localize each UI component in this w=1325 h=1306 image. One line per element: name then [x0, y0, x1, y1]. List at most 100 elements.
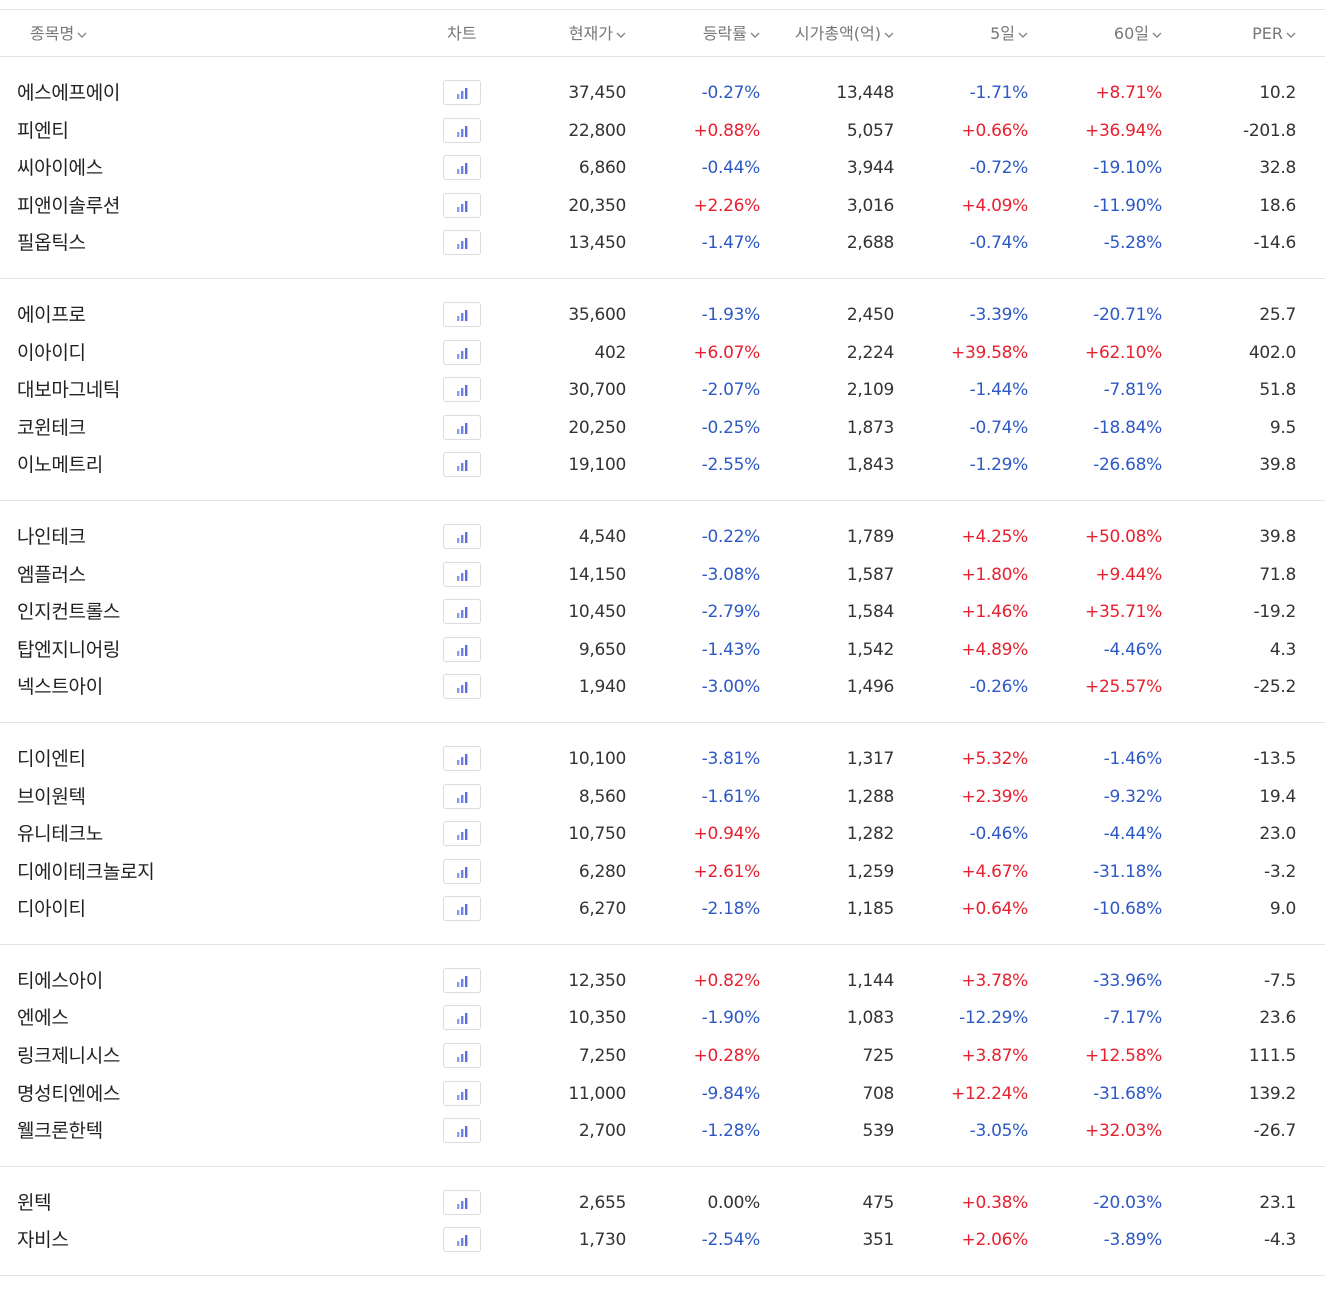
market-cap-cell: 1,083 — [846, 1008, 894, 1029]
per-cell: 23.0 — [1259, 824, 1296, 845]
5day-change-cell: -0.74% — [969, 233, 1029, 254]
stock-name-link[interactable]: 엠플러스 — [17, 556, 86, 594]
stock-name-link[interactable]: 코윈테크 — [17, 409, 86, 447]
sort-by-change[interactable]: 등락률 — [703, 10, 760, 57]
market-cap-cell: 539 — [862, 1121, 894, 1142]
stock-name-link[interactable]: 이아이디 — [17, 334, 86, 372]
chart-button[interactable] — [443, 1043, 481, 1069]
stock-name-link[interactable]: 명성티엔에스 — [17, 1075, 120, 1113]
table-row: 명성티엔에스 11,000 -9.84% 708 +12.24% -31.68% 139.2 — [0, 1075, 1325, 1113]
sort-by-name[interactable]: 종목명 — [30, 10, 87, 57]
market-cap-cell: 1,317 — [846, 748, 894, 769]
sort-by-5day[interactable]: 5일 — [990, 10, 1028, 57]
chart-button[interactable] — [443, 1227, 481, 1253]
sort-by-price[interactable]: 현재가 — [569, 10, 626, 57]
chart-button[interactable] — [443, 1118, 481, 1144]
stock-name-link[interactable]: 웰크론한텍 — [17, 1112, 103, 1150]
60day-change-cell: +35.71% — [1085, 602, 1162, 623]
chart-button[interactable] — [443, 1189, 481, 1215]
stock-name-link[interactable]: 필옵틱스 — [17, 224, 86, 262]
stock-name-link[interactable]: 넥스트아이 — [17, 668, 103, 706]
table-row: 자비스 1,730 -2.54% 351 +2.06% -3.89% -4.3 — [0, 1221, 1325, 1259]
stock-name-link[interactable]: 피앤이솔루션 — [17, 187, 120, 225]
chart-button[interactable] — [443, 1005, 481, 1031]
stock-name-link[interactable]: 디에이테크놀로지 — [17, 853, 155, 891]
chart-button[interactable] — [443, 858, 481, 884]
stock-name-link[interactable]: 티에스아이 — [17, 962, 103, 1000]
table-body: 에스에프에이 37,450 -0.27% 13,448 -1.71% +8.71% 10.2… — [0, 57, 1325, 1277]
chart-button[interactable] — [443, 80, 481, 105]
stock-group: 디이엔티 10,100 -3.81% 1,317 +5.32% -1.46% -13.5 브이… — [0, 723, 1325, 945]
chart-button[interactable] — [443, 1080, 481, 1106]
market-cap-cell: 3,016 — [846, 195, 894, 216]
bar-chart-icon — [457, 607, 468, 619]
stock-name-link[interactable]: 유니테크노 — [17, 815, 103, 853]
60day-change-cell: -18.84% — [1093, 417, 1162, 438]
table-row: 링크제니시스 7,250 +0.28% 725 +3.87% +12.58% 111.5 — [0, 1037, 1325, 1075]
stock-name-link[interactable]: 자비스 — [17, 1221, 69, 1259]
stock-name-link[interactable]: 피엔티 — [17, 112, 69, 150]
stock-name-link[interactable]: 씨아이에스 — [17, 149, 103, 187]
sort-by-per[interactable]: PER — [1252, 10, 1296, 57]
stock-name-link[interactable]: 디아이티 — [17, 890, 86, 928]
change-rate-cell: +0.82% — [693, 970, 761, 991]
stock-name-link[interactable]: 링크제니시스 — [17, 1037, 120, 1075]
chart-button[interactable] — [443, 230, 481, 256]
per-cell: 402.0 — [1248, 342, 1296, 363]
chevron-down-icon — [884, 32, 894, 38]
stock-name-link[interactable]: 이노메트리 — [17, 446, 103, 484]
chart-button[interactable] — [443, 117, 481, 143]
60day-change-cell: +8.71% — [1095, 83, 1163, 103]
5day-change-cell: +3.78% — [961, 970, 1029, 991]
chart-button[interactable] — [443, 636, 481, 662]
sort-by-market-cap[interactable]: 시가총액(억) — [795, 10, 894, 57]
60day-change-cell: +32.03% — [1085, 1121, 1162, 1142]
5day-change-cell: -1.71% — [969, 83, 1029, 103]
change-rate-cell: -0.44% — [701, 158, 761, 179]
header-per-label: PER — [1252, 24, 1283, 43]
per-cell: 32.8 — [1259, 158, 1296, 179]
price-cell: 37,450 — [568, 83, 626, 103]
stock-name-link[interactable]: 인지컨트롤스 — [17, 593, 120, 631]
stock-name-link[interactable]: 탑엔지니어링 — [17, 631, 120, 669]
chart-button[interactable] — [443, 301, 481, 327]
bar-chart-icon — [457, 88, 468, 99]
chart-button[interactable] — [443, 377, 481, 403]
chart-button[interactable] — [443, 821, 481, 847]
chart-button[interactable] — [443, 155, 481, 181]
chart-button[interactable] — [443, 967, 481, 993]
chart-button[interactable] — [443, 745, 481, 771]
stock-name-link[interactable]: 브이원텍 — [17, 778, 86, 816]
chart-button[interactable] — [443, 414, 481, 440]
table-row: 이아이디 402 +6.07% 2,224 +39.58% +62.10% 402.0 — [0, 334, 1325, 372]
5day-change-cell: -0.46% — [969, 824, 1029, 845]
stock-name-link[interactable]: 디이엔티 — [17, 740, 86, 778]
5day-change-cell: -0.74% — [969, 417, 1029, 438]
sort-by-60day[interactable]: 60일 — [1114, 10, 1162, 57]
per-cell: 71.8 — [1259, 564, 1296, 585]
stock-name-link[interactable]: 나인테크 — [17, 518, 86, 556]
chart-button[interactable] — [443, 523, 481, 549]
chart-button[interactable] — [443, 896, 481, 922]
stock-name-link[interactable]: 엔에스 — [17, 999, 69, 1037]
60day-change-cell: -9.32% — [1103, 786, 1163, 807]
stock-name-link[interactable]: 에이프로 — [17, 296, 86, 334]
5day-change-cell: +3.87% — [961, 1046, 1029, 1067]
chart-button[interactable] — [443, 452, 481, 478]
market-cap-cell: 1,843 — [846, 455, 894, 476]
chart-button[interactable] — [443, 783, 481, 809]
price-cell: 10,350 — [568, 1008, 626, 1029]
price-cell: 22,800 — [568, 120, 626, 141]
table-row: 엔에스 10,350 -1.90% 1,083 -12.29% -7.17% 23.6 — [0, 999, 1325, 1037]
bar-chart-icon — [457, 753, 468, 765]
chart-button[interactable] — [443, 339, 481, 365]
chart-button[interactable] — [443, 674, 481, 700]
stock-name-link[interactable]: 윈텍 — [17, 1184, 52, 1222]
stock-name-link[interactable]: 대보마그네틱 — [17, 371, 120, 409]
chart-button[interactable] — [443, 599, 481, 625]
chart-button[interactable] — [443, 561, 481, 587]
bar-chart-icon — [457, 1013, 468, 1025]
table-row: 이노메트리 19,100 -2.55% 1,843 -1.29% -26.68% 39.8 — [0, 446, 1325, 484]
stock-name-link[interactable]: 에스에프에이 — [17, 74, 120, 112]
chart-button[interactable] — [443, 192, 481, 218]
